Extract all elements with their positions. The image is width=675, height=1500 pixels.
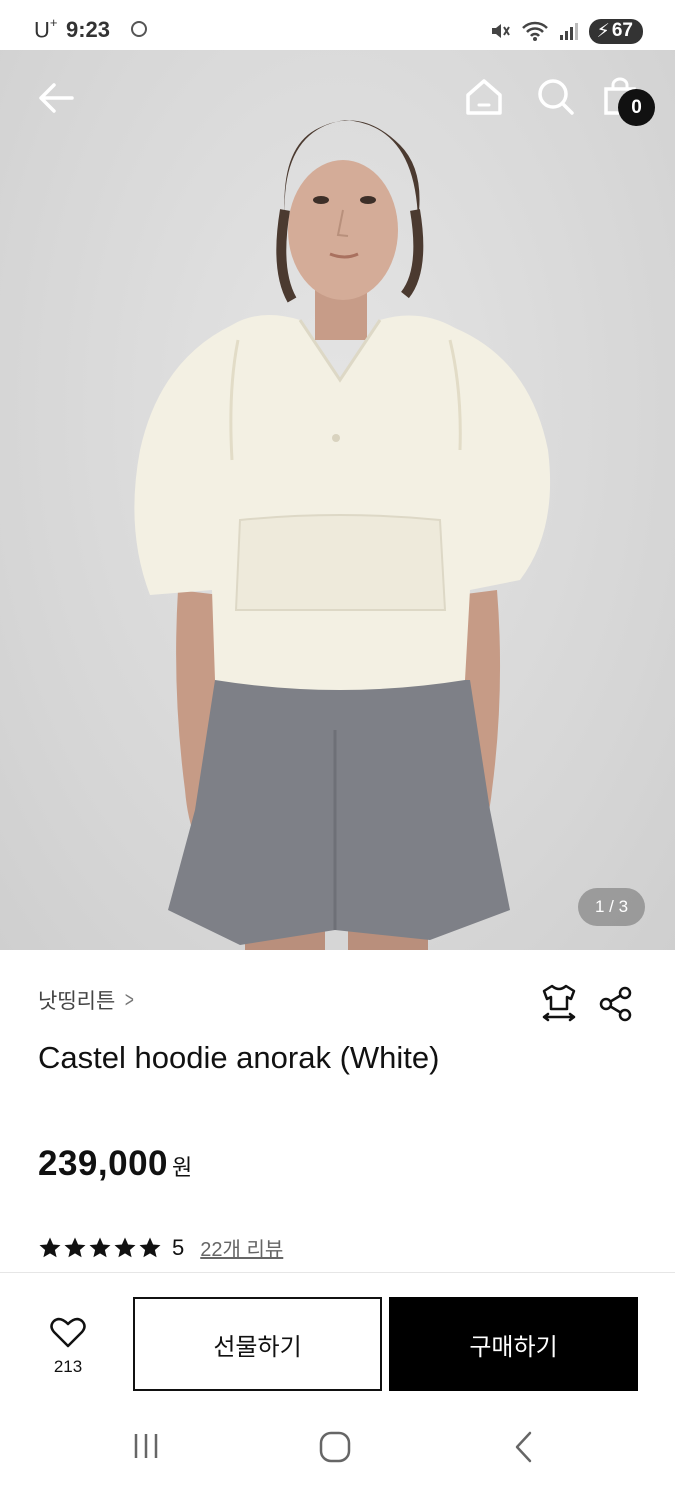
star-rating [38,1236,162,1260]
status-icons: ⚡ 67 [489,17,643,45]
rating-summary: 5 22개 리뷰 [38,1233,283,1262]
price-currency: 원 [172,1155,193,1180]
buy-button[interactable]: 구매하기 [389,1297,638,1391]
heart-icon [50,1317,86,1348]
status-bar: U+ 9:23 ⚡ 67 [0,0,675,50]
star-icon [89,1237,111,1257]
star-icon [64,1237,86,1257]
mute-icon [491,24,510,38]
share-icon[interactable] [598,986,634,1022]
cart-count-badge: 0 [618,89,655,126]
battery-indicator: ⚡ 67 [588,18,643,44]
star-icon [39,1237,61,1257]
recent-apps-icon[interactable] [130,1430,162,1462]
brand-name: 낫띵리튼 [38,990,116,1013]
reviews-link[interactable]: 22개 리뷰 [200,1233,283,1262]
product-photo [134,120,551,950]
home-icon[interactable] [464,77,504,117]
notification-icon [131,21,147,37]
product-image-carousel[interactable]: 0 1 / 3 [0,50,675,950]
back-arrow-icon[interactable] [36,78,76,118]
gift-button[interactable]: 선물하기 [133,1297,382,1391]
status-time: 9:23 [66,17,111,42]
carrier-label: U+ [34,15,58,43]
home-nav-icon[interactable] [318,1430,352,1464]
price: 239,000 원 [38,1144,192,1184]
like-button[interactable]: 213 [42,1316,94,1377]
image-page-indicator: 1 / 3 [578,888,645,926]
rating-value: 5 [172,1234,185,1260]
signal-icon [559,23,578,40]
like-count: 213 [53,1357,83,1376]
price-value: 239,000 [38,1144,169,1183]
brand-link[interactable]: 낫띵리튼 > [38,985,136,1015]
charging-icon: ⚡ [596,20,610,42]
star-icon [139,1237,161,1257]
system-navigation-bar [0,1408,675,1500]
product-title: Castel hoodie anorak (White) [38,1040,440,1075]
star-icon [114,1237,136,1257]
search-icon[interactable] [536,77,576,117]
chevron-right-icon: > [125,987,135,1012]
back-nav-icon[interactable] [512,1430,536,1464]
wifi-icon [521,21,548,41]
divider [0,1272,675,1273]
size-guide-icon[interactable] [540,983,578,1023]
